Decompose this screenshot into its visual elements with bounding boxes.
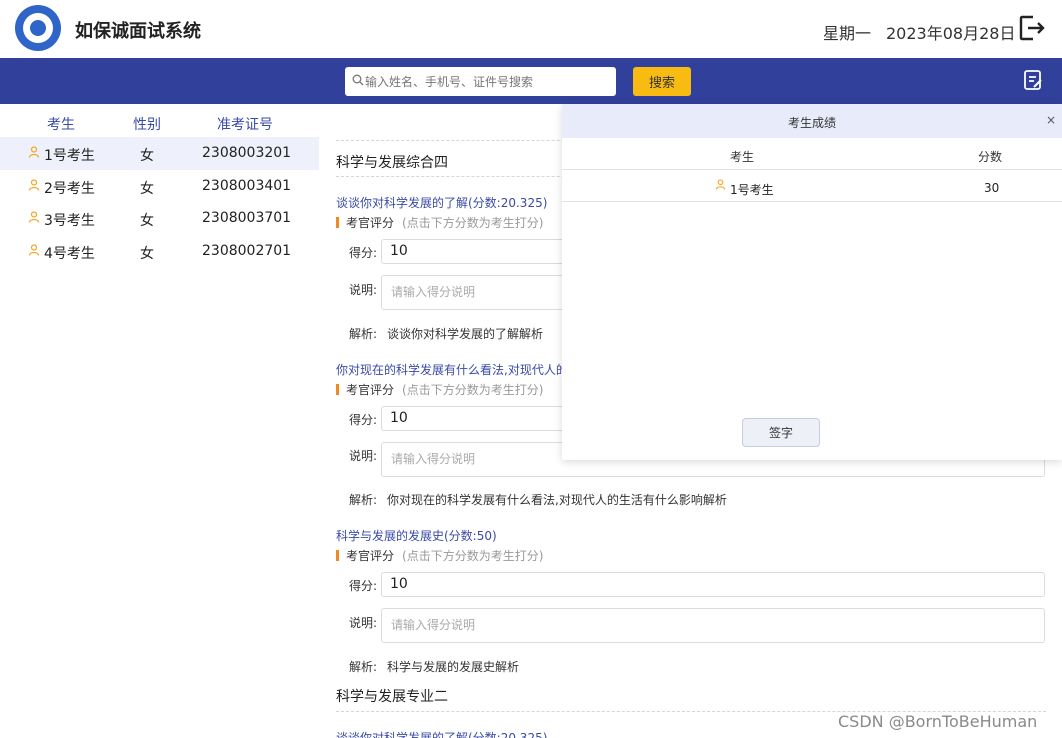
weekday-text: 星期一: [823, 24, 872, 43]
analysis-text: 解析: 科学与发展的发展史解析: [349, 660, 520, 674]
candidate-row[interactable]: 3号考生 女 2308003701: [0, 202, 319, 235]
person-icon: [715, 179, 726, 190]
score-input[interactable]: 10: [381, 572, 1045, 597]
modal-header: 考生成绩 ×: [562, 104, 1062, 138]
watermark: CSDN @BornToBeHuman: [838, 712, 1038, 731]
person-icon: [28, 179, 40, 191]
analysis-text: 解析: 谈谈你对科学发展的了解解析: [349, 327, 544, 341]
app-header: 如保诚面试系统 星期一 2023年08月28日: [0, 0, 1062, 58]
person-icon: [28, 211, 40, 223]
section-title: 科学与发展专业二: [336, 689, 448, 705]
candidate-exam-no: 2308003401: [202, 178, 292, 194]
desc-label: 说明:: [349, 283, 378, 297]
desc-input[interactable]: 请输入得分说明: [381, 608, 1045, 643]
candidate-gender: 女: [140, 213, 154, 229]
question-title: 谈谈你对科学发展的了解(分数:20.325): [336, 731, 548, 738]
column-header-exam-no: 准考证号: [217, 117, 273, 133]
candidate-exam-no: 2308002701: [202, 243, 292, 259]
score-modal: 考生成绩 × 考生 分数 1号考生 30 签字: [562, 104, 1062, 460]
desc-label: 说明:: [349, 616, 378, 630]
grader-label: 考官评分 (点击下方分数为考生打分): [336, 381, 543, 398]
candidate-name: 3号考生: [44, 213, 95, 229]
search-box: [345, 67, 616, 96]
question-title: 你对现在的科学发展有什么看法,对现代人的生: [336, 363, 580, 377]
score-label: 得分:: [349, 413, 378, 427]
sign-button[interactable]: 签字: [742, 418, 820, 447]
candidate-row[interactable]: 2号考生 女 2308003401: [0, 170, 319, 203]
column-header-candidate: 考生: [47, 117, 75, 133]
question-title: 科学与发展的发展史(分数:50): [336, 529, 497, 543]
divider: [562, 201, 1062, 202]
candidate-gender: 女: [140, 181, 154, 197]
candidate-gender: 女: [140, 148, 154, 164]
score-label: 得分:: [349, 246, 378, 260]
analysis-text: 解析: 你对现在的科学发展有什么看法,对现代人的生活有什么影响解析: [349, 493, 727, 507]
candidate-row[interactable]: 1号考生 女 2308003201: [0, 137, 319, 170]
question-title: 谈谈你对科学发展的了解(分数:20.325): [336, 196, 548, 210]
score-label: 得分:: [349, 579, 378, 593]
logout-icon[interactable]: [1018, 14, 1046, 42]
search-button[interactable]: 搜索: [633, 67, 691, 96]
app-title: 如保诚面试系统: [75, 21, 201, 42]
modal-title: 考生成绩: [787, 116, 836, 130]
search-icon: [352, 74, 364, 86]
section-title: 科学与发展综合四: [336, 155, 448, 171]
modal-student-score: 30: [984, 181, 1000, 195]
date-text: 2023年08月28日: [886, 24, 1016, 43]
column-header-score: 分数: [978, 150, 1003, 164]
candidate-exam-no: 2308003701: [202, 210, 292, 226]
candidate-gender: 女: [140, 246, 154, 262]
nav-bar: 搜索: [0, 58, 1062, 104]
column-header-student: 考生: [730, 150, 755, 164]
column-header-gender: 性别: [133, 117, 161, 133]
candidate-name: 1号考生: [44, 148, 95, 164]
grader-label: 考官评分 (点击下方分数为考生打分): [336, 214, 543, 231]
desc-label: 说明:: [349, 449, 378, 463]
candidate-row[interactable]: 4号考生 女 2308002701: [0, 235, 319, 268]
record-icon[interactable]: [1022, 69, 1044, 91]
candidate-name: 4号考生: [44, 246, 95, 262]
candidate-list: 考生 性别 准考证号 1号考生 女 2308003201 2号考生 女 2308…: [0, 104, 319, 738]
grader-label: 考官评分 (点击下方分数为考生打分): [336, 547, 543, 564]
search-input[interactable]: [365, 67, 610, 96]
modal-student-name: 1号考生: [730, 183, 774, 197]
person-icon: [28, 146, 40, 158]
divider: [562, 169, 1062, 170]
logo: [15, 5, 61, 51]
close-icon[interactable]: ×: [1046, 113, 1056, 127]
candidate-exam-no: 2308003201: [202, 145, 292, 161]
person-icon: [28, 244, 40, 256]
candidate-name: 2号考生: [44, 181, 95, 197]
